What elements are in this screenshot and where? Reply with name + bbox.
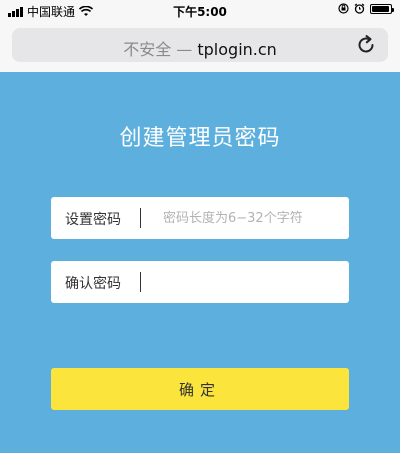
set-password-input[interactable]	[151, 201, 353, 235]
confirm-password-label: 确认密码	[65, 276, 121, 292]
page-title: 创建管理员密码	[119, 126, 281, 151]
confirm-button[interactable]: 确定	[51, 368, 349, 410]
reload-icon[interactable]	[354, 33, 378, 57]
address-bar[interactable]: 不安全 — tplogin.cn	[12, 28, 388, 62]
confirm-password-field: 确认密码	[51, 261, 353, 303]
orientation-lock-icon	[338, 3, 349, 14]
alarm-icon	[354, 3, 365, 14]
address-host: tplogin.cn	[197, 40, 277, 59]
battery-icon	[370, 3, 394, 14]
confirm-password-input[interactable]	[151, 265, 353, 299]
status-bar: 中国联通 下午5:00	[0, 0, 400, 22]
confirm-password-divider	[140, 272, 141, 292]
status-right	[338, 3, 394, 14]
browser-bar: 不安全 — tplogin.cn	[0, 22, 400, 72]
battery-fill	[372, 5, 390, 12]
address-text: 不安全 — tplogin.cn	[12, 36, 388, 60]
content-area: 创建管理员密码 设置密码 确认密码 确定	[0, 72, 400, 453]
insecure-label: 不安全 —	[123, 40, 193, 59]
set-password-divider	[140, 208, 141, 228]
set-password-label: 设置密码	[65, 212, 121, 228]
set-password-field: 设置密码	[51, 197, 353, 239]
